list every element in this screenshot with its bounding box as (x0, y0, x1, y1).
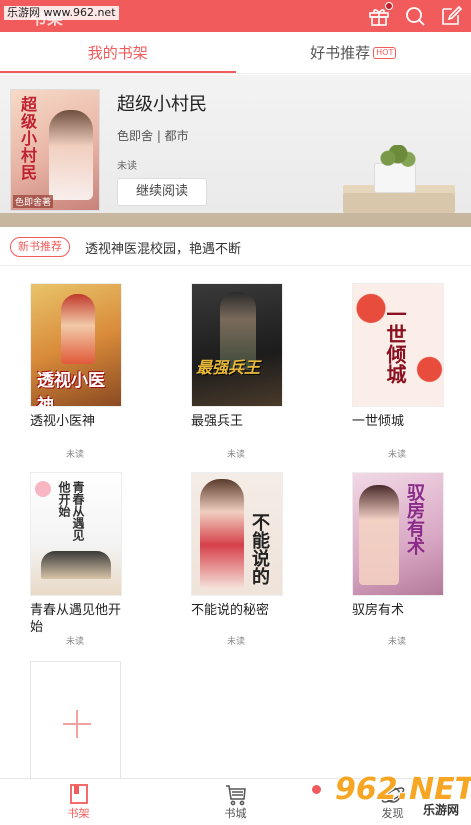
notification-dot (312, 785, 321, 794)
current-book-meta: 色即舍 | 都市 (117, 129, 189, 143)
nav-bookstore[interactable]: 书城 (157, 779, 314, 825)
cover-illustration (49, 110, 93, 200)
book-item[interactable]: 透视小医神 透视小医神 未读 (30, 283, 160, 460)
tab-bar: 我的书架 好书推荐 HOT (0, 32, 471, 74)
watermark-main: 962.NET (335, 772, 471, 807)
book-title: 不能说的秘密 (191, 603, 270, 618)
cover-illustration (359, 485, 399, 585)
tab-my-bookshelf[interactable]: 我的书架 (0, 32, 236, 73)
cover-title: 最强兵王 (196, 358, 261, 377)
book-title: 青春从遇见他开始 (30, 603, 122, 635)
book-status: 未读 (388, 637, 407, 647)
book-item[interactable]: 一世倾城 一世倾城 未读 (352, 283, 471, 460)
current-book-cover[interactable]: 超级小村民 色即舍著 (10, 89, 100, 211)
header-actions (367, 2, 463, 28)
search-icon[interactable] (403, 4, 427, 28)
book-status: 未读 (66, 637, 85, 647)
nav-label: 书城 (224, 807, 247, 820)
decor-pot (374, 163, 416, 193)
nav-bookshelf[interactable]: 书架 (0, 779, 157, 825)
new-book-badge: 新书推荐 (10, 237, 70, 257)
cover-title: 青春从遇见他开始 (57, 481, 85, 541)
site-watermark: 乐游网 www.962.net (4, 6, 119, 20)
cover-title: 一世倾城 (383, 304, 407, 384)
book-title: 一世倾城 (352, 414, 405, 429)
book-status: 未读 (66, 450, 85, 460)
watermark-sub: 乐游网 (420, 803, 461, 817)
decor-shelf (0, 213, 471, 227)
cover-title: 超级小村民 (18, 96, 37, 181)
new-book-recommendation[interactable]: 新书推荐 透视神医混校园，艳遇不断 (0, 228, 471, 266)
nav-label: 书架 (67, 807, 90, 820)
cover-illustration (61, 294, 95, 364)
cover-illustration (200, 479, 244, 589)
decor-plant (376, 145, 416, 167)
book-status: 未读 (227, 450, 246, 460)
hot-badge: HOT (373, 47, 397, 59)
edit-icon[interactable] (439, 4, 463, 28)
recommendation-text: 透视神医混校园，艳遇不断 (85, 242, 242, 257)
tab-recommended[interactable]: 好书推荐 HOT (236, 32, 471, 73)
book-item[interactable]: 驭房有术 驭房有术 未读 (352, 472, 471, 647)
add-book-button[interactable] (30, 661, 121, 779)
decor-books (343, 193, 455, 213)
book-title: 最强兵王 (191, 414, 244, 429)
bookstore-icon (225, 785, 246, 806)
cover-title: 驭房有术 (404, 483, 425, 555)
cover-title: 透视小医神 (37, 371, 105, 407)
gift-icon[interactable] (367, 2, 393, 28)
cover-decoration (35, 481, 51, 497)
tab-label: 我的书架 (87, 44, 148, 62)
book-item[interactable]: 青春从遇见他开始 青春从遇见他开始 未读 (30, 472, 160, 647)
notification-dot (385, 2, 393, 10)
book-cover: 驭房有术 (352, 472, 444, 596)
book-title: 透视小医神 (30, 414, 96, 429)
cover-title: 不能说的 (249, 513, 270, 585)
book-item[interactable]: 不能说的 不能说的秘密 未读 (191, 472, 321, 647)
continue-reading-button[interactable]: 继续阅读 (117, 178, 207, 206)
plus-icon (63, 710, 91, 738)
book-cover: 最强兵王 (191, 283, 283, 407)
book-item[interactable]: 最强兵王 最强兵王 未读 (191, 283, 321, 460)
book-status: 未读 (227, 637, 246, 647)
book-cover: 透视小医神 (30, 283, 122, 407)
cover-illustration (41, 551, 111, 579)
site-watermark-logo: 962.NET 乐游网 (335, 775, 471, 821)
current-reading-banner: 超级小村民 色即舍著 超级小村民 色即舍 | 都市 未读 继续阅读 (0, 75, 471, 227)
cover-author: 色即舍著 (13, 195, 54, 208)
book-cover: 青春从遇见他开始 (30, 472, 122, 596)
tab-label: 好书推荐 (310, 44, 371, 62)
book-cover: 一世倾城 (352, 283, 444, 407)
book-cover: 不能说的 (191, 472, 283, 596)
book-status: 未读 (388, 450, 407, 460)
current-book-title: 超级小村民 (117, 94, 207, 115)
book-title: 驭房有术 (352, 603, 405, 618)
bookshelf-icon (69, 784, 88, 804)
current-book-status: 未读 (117, 161, 137, 172)
